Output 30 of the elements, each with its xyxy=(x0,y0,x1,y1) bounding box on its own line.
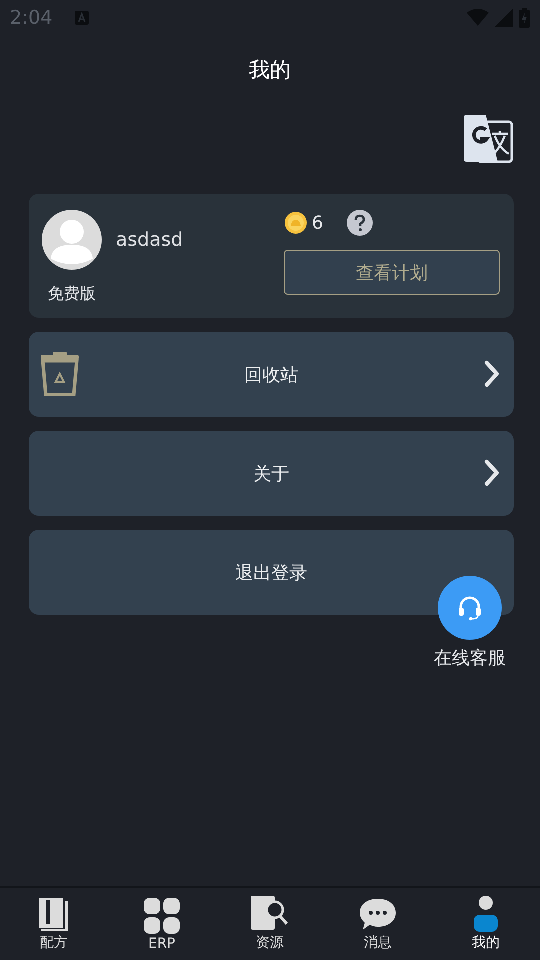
recycle-bin-icon xyxy=(41,352,79,396)
coin-icon xyxy=(284,211,308,235)
book-search-icon xyxy=(251,896,289,932)
book-icon xyxy=(37,896,71,932)
page-title: 我的 xyxy=(249,57,291,84)
menu-item[interactable]: 回收站 xyxy=(29,332,514,417)
wifi-icon xyxy=(467,9,489,27)
help-icon[interactable] xyxy=(347,210,374,236)
avatar-icon xyxy=(42,210,102,270)
grid-icon xyxy=(144,898,180,934)
tab[interactable]: 我的 xyxy=(432,894,540,960)
plan-label: 免费版 xyxy=(48,284,96,304)
username: asdasd xyxy=(116,228,184,250)
battery-icon xyxy=(519,8,530,28)
tab[interactable]: 消息 xyxy=(324,894,432,960)
menu-item[interactable]: 退出登录 xyxy=(29,530,514,615)
coin-count: 6 xyxy=(312,212,324,234)
support-label: 在线客服 xyxy=(434,647,506,670)
menu-item[interactable]: 关于 xyxy=(29,431,514,516)
chat-icon xyxy=(359,898,397,932)
headset-icon xyxy=(457,595,483,621)
signal-icon xyxy=(495,9,513,27)
tab[interactable]: ERP xyxy=(108,894,216,960)
notification-icon xyxy=(74,11,89,25)
person-icon xyxy=(473,896,499,932)
status-time: 2:04 xyxy=(10,7,53,29)
tab[interactable]: 配方 xyxy=(0,894,108,960)
tab[interactable]: 资源 xyxy=(216,894,324,960)
view-plan-button[interactable]: 查看计划 xyxy=(284,250,500,295)
translate-icon[interactable] xyxy=(464,114,514,164)
